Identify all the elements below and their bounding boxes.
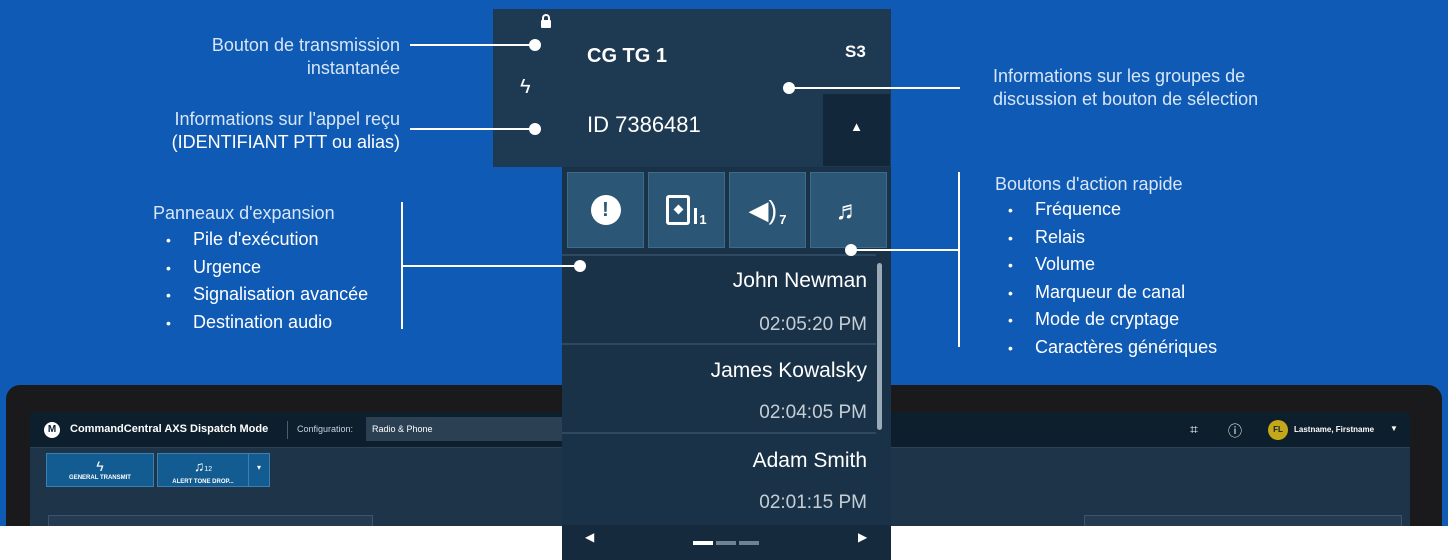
configuration-label: Configuration:	[297, 424, 354, 434]
callout-call-info-line2: (IDENTIFIANT PTT ou alias)	[171, 132, 400, 152]
call-name[interactable]: John Newman	[733, 269, 867, 293]
alert-tone-count: 12	[204, 466, 213, 473]
crop-icon[interactable]: ⌗	[1190, 421, 1198, 438]
page-dot	[739, 541, 759, 545]
callout-talkgroup-line1: Informations sur les groupes de	[993, 66, 1246, 86]
callout-call-info-line1: Informations sur l'appel reçu	[174, 109, 400, 129]
callout-quick-actions-title: Boutons d'action rapide	[995, 174, 1183, 194]
callout-talkgroup-text: Informations sur les groupes de discussi…	[993, 65, 1323, 111]
quick-action-item: Marqueur de canal	[1008, 279, 1217, 307]
relay-count: 1	[699, 211, 707, 227]
callout-line	[790, 87, 960, 89]
zone-label: S3	[845, 42, 866, 61]
call-name[interactable]: James Kowalsky	[711, 359, 867, 383]
relay-bar-icon	[694, 208, 698, 224]
callout-call-info-text: Informations sur l'appel reçu (IDENTIFIA…	[100, 108, 400, 154]
relay-button[interactable]: 1	[648, 172, 725, 248]
expansion-item: Pile d'exécution	[166, 226, 368, 254]
alert-tone-label: ALERT TONE DROP...	[172, 479, 234, 485]
music-note-icon: ♫12	[193, 458, 213, 474]
list-divider	[562, 432, 876, 434]
callout-transmit-text: Bouton de transmission instantanée	[120, 34, 400, 80]
call-time: 02:01:15 PM	[759, 492, 867, 513]
callout-dot	[529, 123, 541, 135]
lightning-icon[interactable]: ϟ	[520, 76, 531, 99]
callout-transmit-line1: Bouton de transmission	[211, 35, 400, 55]
expansion-panel-list: Pile d'exécution Urgence Signalisation a…	[166, 226, 368, 336]
panel-tab	[48, 515, 373, 526]
scrollbar[interactable]	[877, 263, 882, 430]
motorola-logo-icon: M	[44, 422, 60, 438]
expansion-item: Urgence	[166, 254, 368, 282]
chevron-up-icon: ▲	[850, 119, 863, 134]
info-icon[interactable]: ⓘ	[1228, 421, 1242, 441]
callout-bracket-line	[958, 172, 960, 347]
caller-id: ID 7386481	[587, 112, 701, 137]
call-name[interactable]: Adam Smith	[753, 449, 867, 473]
app-title: CommandCentral AXS Dispatch Mode	[70, 423, 269, 435]
page-dot	[693, 541, 713, 545]
volume-level: 7	[779, 211, 787, 227]
page-indicator	[693, 541, 759, 545]
user-name[interactable]: Lastname, Firstname	[1294, 425, 1374, 434]
quick-action-item: Fréquence	[1008, 196, 1217, 224]
callout-line	[401, 265, 576, 267]
alert-tone-button[interactable]: ♫12 ALERT TONE DROP...	[157, 453, 249, 487]
channel-marker-button[interactable]: ♬	[810, 172, 887, 248]
quick-action-item: Mode de cryptage	[1008, 306, 1217, 334]
general-transmit-button[interactable]: ϟ GENERAL TRANSMIT	[46, 453, 154, 487]
page-dot	[716, 541, 736, 545]
panel-tab-right	[1084, 515, 1402, 526]
previous-page-button[interactable]: ◀	[585, 530, 594, 544]
expansion-item: Signalisation avancée	[166, 281, 368, 309]
list-divider	[562, 343, 876, 345]
callout-transmit-line2: instantanée	[306, 58, 400, 78]
alert-tone-dropdown-button[interactable]: ▾	[248, 453, 270, 487]
emergency-button[interactable]: !	[567, 172, 644, 248]
header-divider	[287, 421, 288, 439]
lightning-icon: ϟ	[96, 458, 104, 474]
quick-action-item: Caractères génériques	[1008, 334, 1217, 362]
callout-dot	[574, 260, 586, 272]
callout-dot	[529, 39, 541, 51]
relay-icon	[666, 195, 691, 225]
quick-action-item: Relais	[1008, 224, 1217, 252]
list-divider	[562, 254, 876, 256]
radio-music-icon: ♬	[835, 194, 862, 225]
lock-icon	[541, 14, 551, 28]
callout-line	[852, 249, 959, 251]
callout-talkgroup-line2: discussion et bouton de sélection	[993, 89, 1259, 109]
next-page-button[interactable]: ▶	[858, 530, 867, 544]
quick-actions-list: Fréquence Relais Volume Marqueur de cana…	[1008, 196, 1217, 361]
volume-button[interactable]: ◀) 7	[729, 172, 806, 248]
alert-icon: !	[590, 195, 621, 225]
callout-line	[410, 44, 532, 46]
callout-line	[410, 128, 532, 130]
callout-expansion-title: Panneaux d'expansion	[153, 203, 335, 223]
call-time: 02:04:05 PM	[759, 402, 867, 423]
quick-action-item: Volume	[1008, 251, 1217, 279]
call-time: 02:05:20 PM	[759, 314, 867, 335]
expansion-item: Destination audio	[166, 309, 368, 337]
talkgroup-name[interactable]: CG TG 1	[587, 45, 667, 68]
speaker-icon: ◀)	[748, 194, 778, 225]
talkgroup-select-button[interactable]: ▲	[823, 94, 890, 166]
general-transmit-label: GENERAL TRANSMIT	[69, 475, 131, 481]
chevron-down-icon[interactable]: ▼	[1390, 424, 1398, 433]
avatar[interactable]: FL	[1268, 420, 1288, 440]
